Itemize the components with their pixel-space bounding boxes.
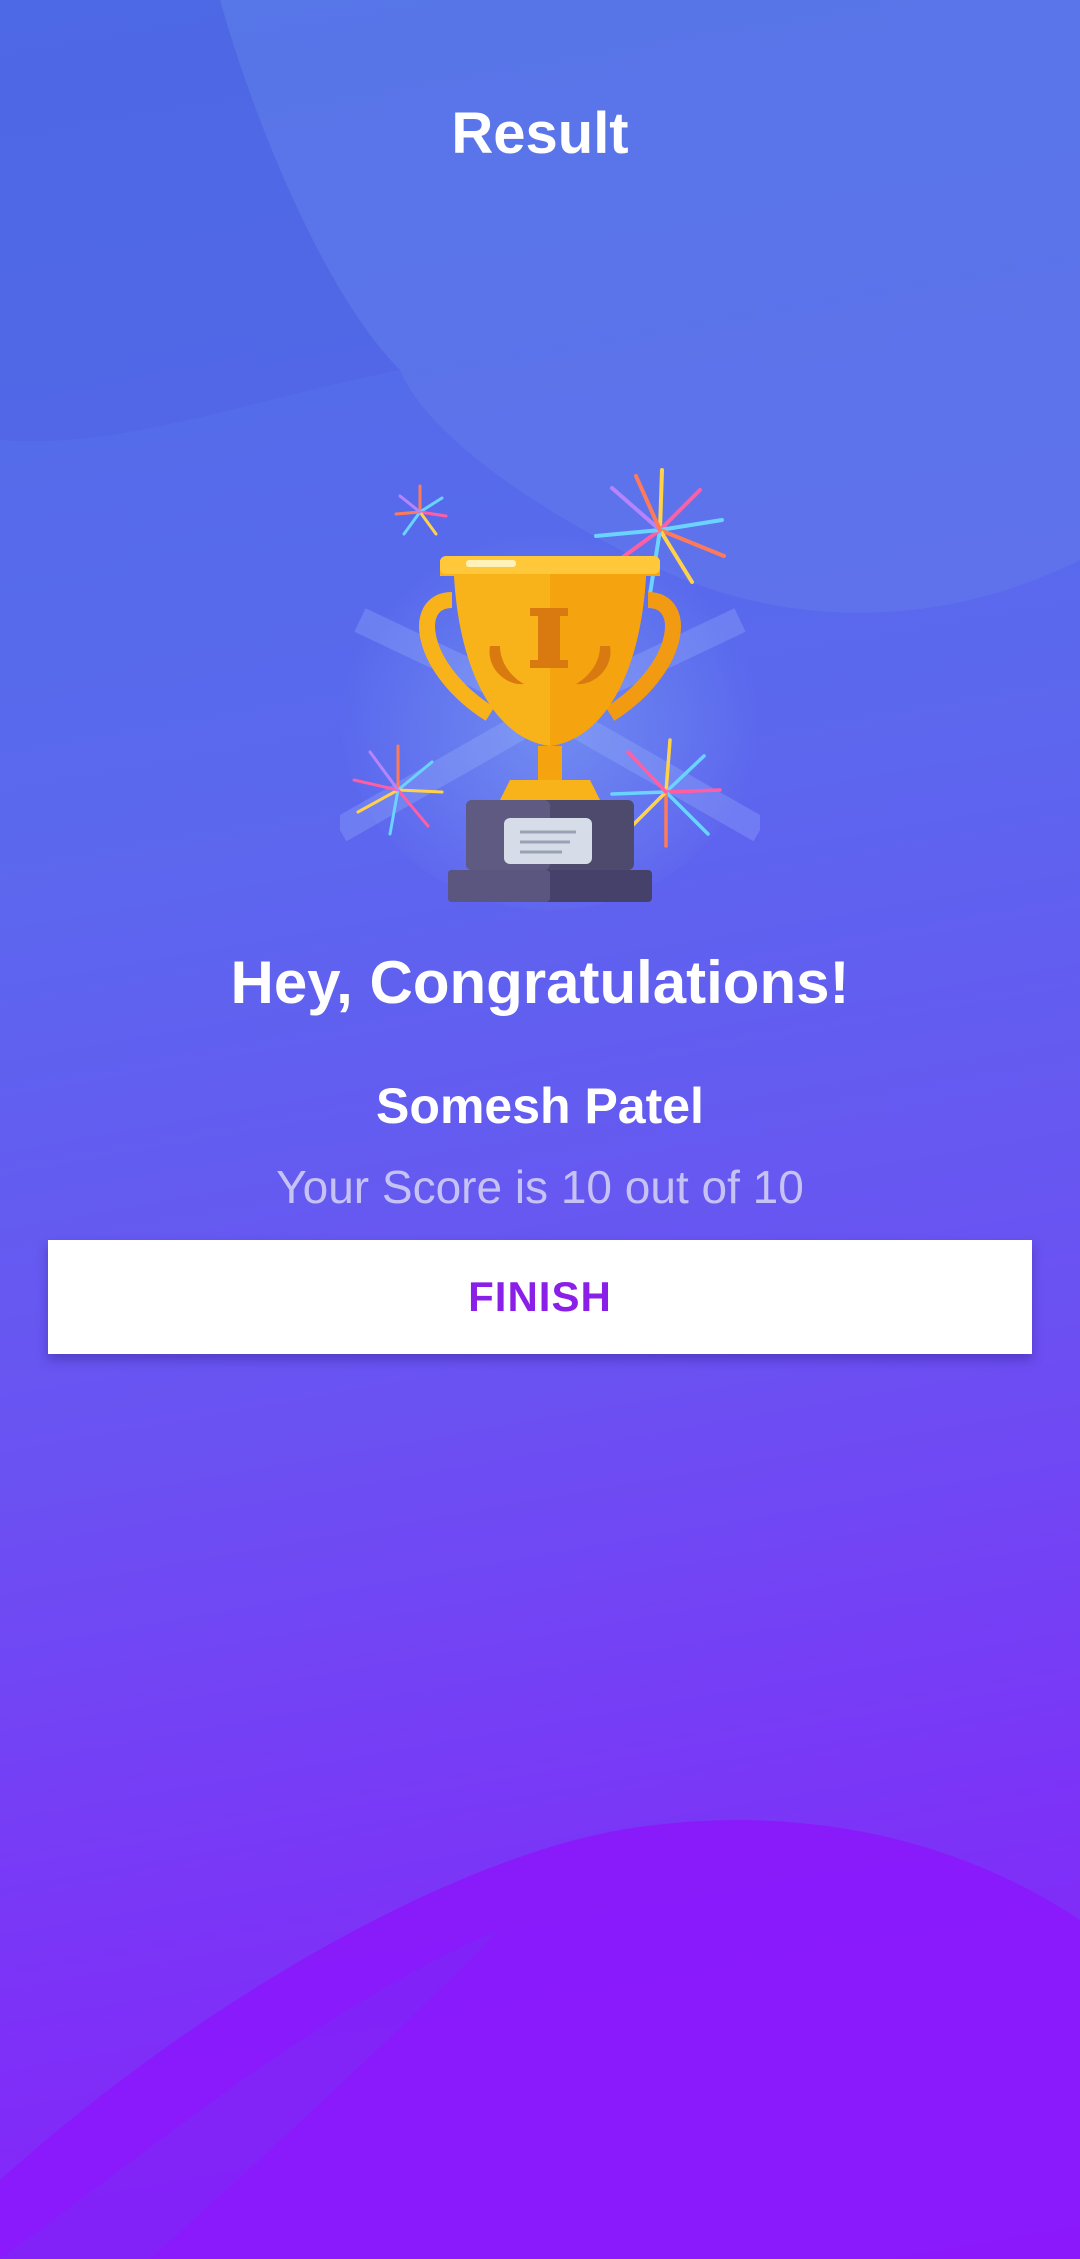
finish-button[interactable]: FINISH <box>48 1240 1032 1354</box>
page-title: Result <box>451 101 629 166</box>
trophy-icon <box>340 468 760 910</box>
firework-top-left-icon <box>394 484 448 536</box>
score-text: Your Score is 10 out of 10 <box>276 1161 804 1213</box>
user-name: Somesh Patel <box>376 1078 704 1134</box>
trophy-base <box>448 800 652 902</box>
congratulations-heading: Hey, Congratulations! <box>230 949 850 1016</box>
